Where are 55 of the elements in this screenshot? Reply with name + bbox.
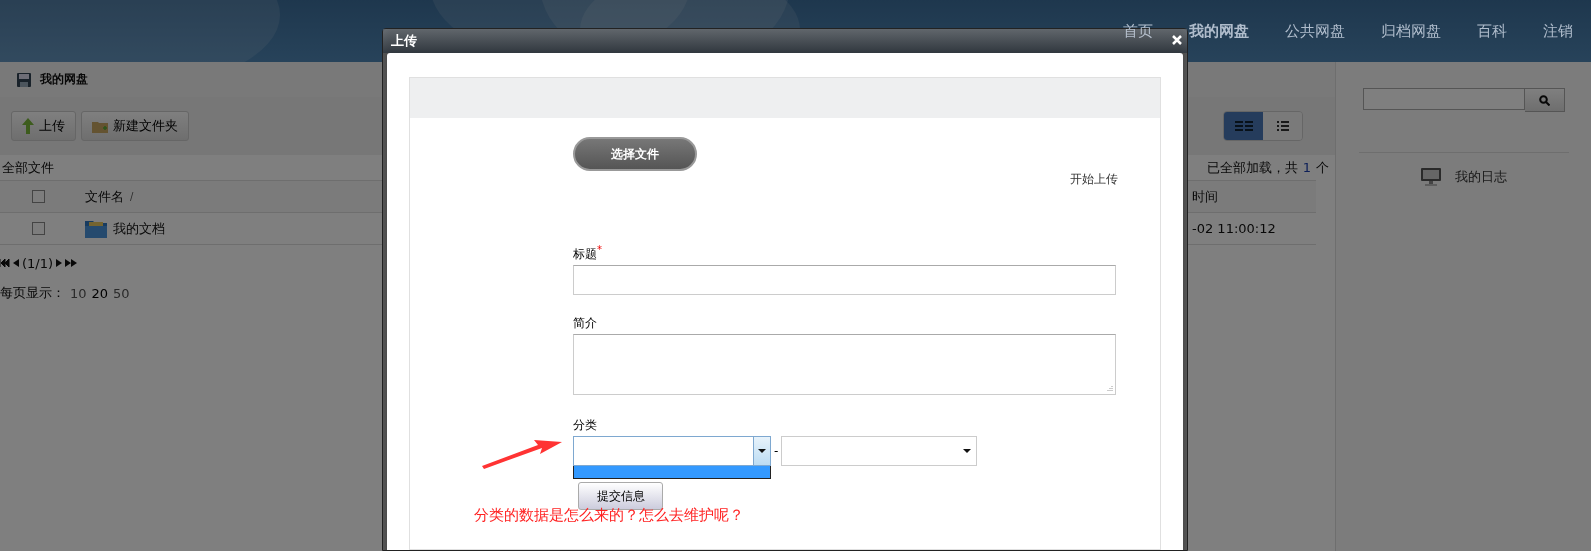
folder-path: 全部文件 — [2, 158, 54, 177]
dialog-title: 上传 — [391, 32, 417, 50]
folder-icon — [92, 119, 108, 133]
folder-icon — [85, 219, 107, 238]
count-unit: 个 — [1316, 158, 1329, 177]
nav-link[interactable]: 注销 — [1543, 22, 1573, 41]
caret-icon — [963, 449, 972, 453]
page-title: 我的网盘 — [40, 71, 88, 88]
search-icon — [1538, 94, 1550, 106]
grid-view-icon — [1234, 121, 1253, 131]
field-label: 简介 — [573, 316, 597, 330]
load-status: 已全部加载，共 — [1206, 158, 1298, 177]
category-dropdown[interactable] — [573, 436, 771, 466]
close-button[interactable] — [1170, 33, 1184, 47]
nav-link[interactable]: 我的网盘 — [1189, 22, 1249, 41]
page-size-option[interactable]: 50 — [113, 285, 130, 301]
separator-dash: - — [774, 444, 779, 458]
caret-icon — [758, 449, 766, 453]
upload-button[interactable]: 上传 — [11, 111, 76, 141]
title-input-field[interactable] — [573, 265, 1116, 295]
field-label: 分类 — [573, 417, 598, 434]
new-folder-button[interactable]: 新建文件夹 — [81, 111, 189, 141]
checkbox[interactable] — [32, 190, 45, 203]
sidebar-link[interactable]: 我的日志 — [1454, 168, 1507, 186]
view-toggle-button[interactable] — [1224, 112, 1263, 140]
list-view-icon — [1276, 121, 1289, 131]
sort-mark: / — [130, 191, 134, 202]
page-size-option[interactable]: 10 — [70, 285, 87, 301]
search-button[interactable] — [1524, 88, 1565, 112]
start-upload-link[interactable]: 开始上传 — [1070, 171, 1118, 188]
page-size-label: 每页显示： — [0, 284, 65, 302]
previous-page-icon[interactable] — [13, 259, 19, 267]
nav-link[interactable]: 公共网盘 — [1285, 22, 1345, 41]
checkbox[interactable] — [32, 222, 45, 235]
page-size-option[interactable]: 20 — [91, 285, 109, 301]
nav-link[interactable]: 归档网盘 — [1381, 22, 1441, 41]
monitor-icon — [1420, 168, 1441, 186]
file-name[interactable]: 我的文档 — [113, 219, 165, 238]
field-label: 标题 — [573, 247, 597, 261]
choose-file-button[interactable]: 选择文件 — [573, 137, 697, 171]
page-indicator: (1/1) — [22, 255, 54, 271]
nav-link[interactable]: 百科 — [1477, 22, 1507, 41]
dropdown-list[interactable] — [573, 466, 771, 479]
required-asterisk: * — [597, 244, 602, 255]
column-header[interactable]: 时间 — [1192, 188, 1218, 204]
last-page-icon[interactable] — [65, 259, 78, 267]
close-icon — [1170, 33, 1184, 47]
resize-grip-icon — [1106, 385, 1113, 392]
up-arrow-icon — [22, 118, 34, 134]
search-field[interactable] — [1362, 88, 1525, 110]
column-header[interactable]: 文件名 — [85, 187, 124, 206]
modified-time: -02 11:00:12 — [1192, 221, 1276, 236]
file-count: 1 — [1302, 160, 1311, 175]
next-page-icon[interactable] — [56, 259, 63, 267]
first-page-icon[interactable] — [0, 259, 10, 267]
